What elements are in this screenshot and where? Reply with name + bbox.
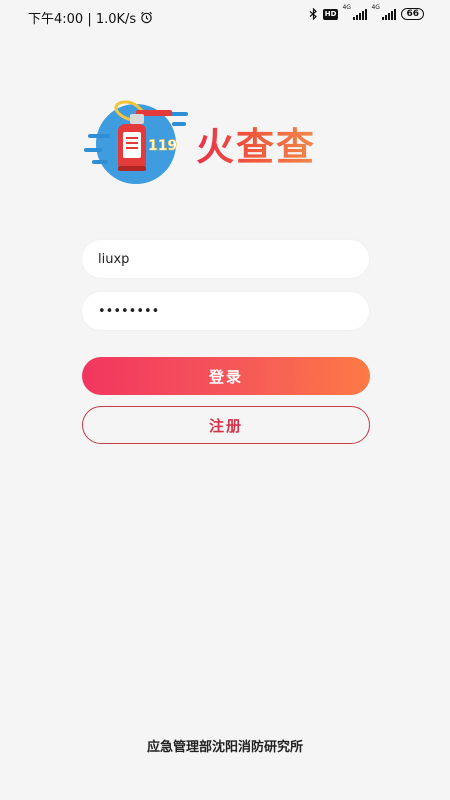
status-time: 下午4:00 | 1.0K/s	[28, 12, 137, 27]
signal-1-icon: 4G	[342, 4, 368, 20]
network-type-2: 4G	[371, 3, 380, 11]
username-field-container	[82, 240, 369, 278]
password-field-container	[82, 292, 369, 330]
status-right: HD 4G 4G 66	[309, 4, 424, 20]
alarm-clock-icon	[141, 11, 153, 24]
register-button-label: 注册	[208, 416, 243, 435]
hd-badge: HD	[322, 8, 339, 20]
status-bar: 下午4:00 | 1.0K/s HD 4G 4G 66	[0, 0, 450, 32]
bluetooth-icon	[309, 8, 317, 20]
fire-extinguisher-logo-icon: 119	[84, 100, 188, 184]
logo-badge-text: 119	[148, 138, 177, 154]
signal-2-icon: 4G	[371, 4, 397, 20]
password-input[interactable]	[82, 292, 369, 330]
status-left: 下午4:00 | 1.0K/s	[28, 8, 153, 27]
network-type-1: 4G	[342, 3, 351, 11]
login-button-label: 登录	[208, 367, 243, 386]
footer-organization: 应急管理部沈阳消防研究所	[146, 740, 303, 755]
username-input[interactable]	[82, 240, 369, 278]
login-button[interactable]: 登录	[82, 357, 370, 395]
app-title: 火查查	[196, 116, 316, 171]
battery-indicator: 66	[401, 8, 424, 20]
register-button[interactable]: 注册	[82, 406, 370, 444]
